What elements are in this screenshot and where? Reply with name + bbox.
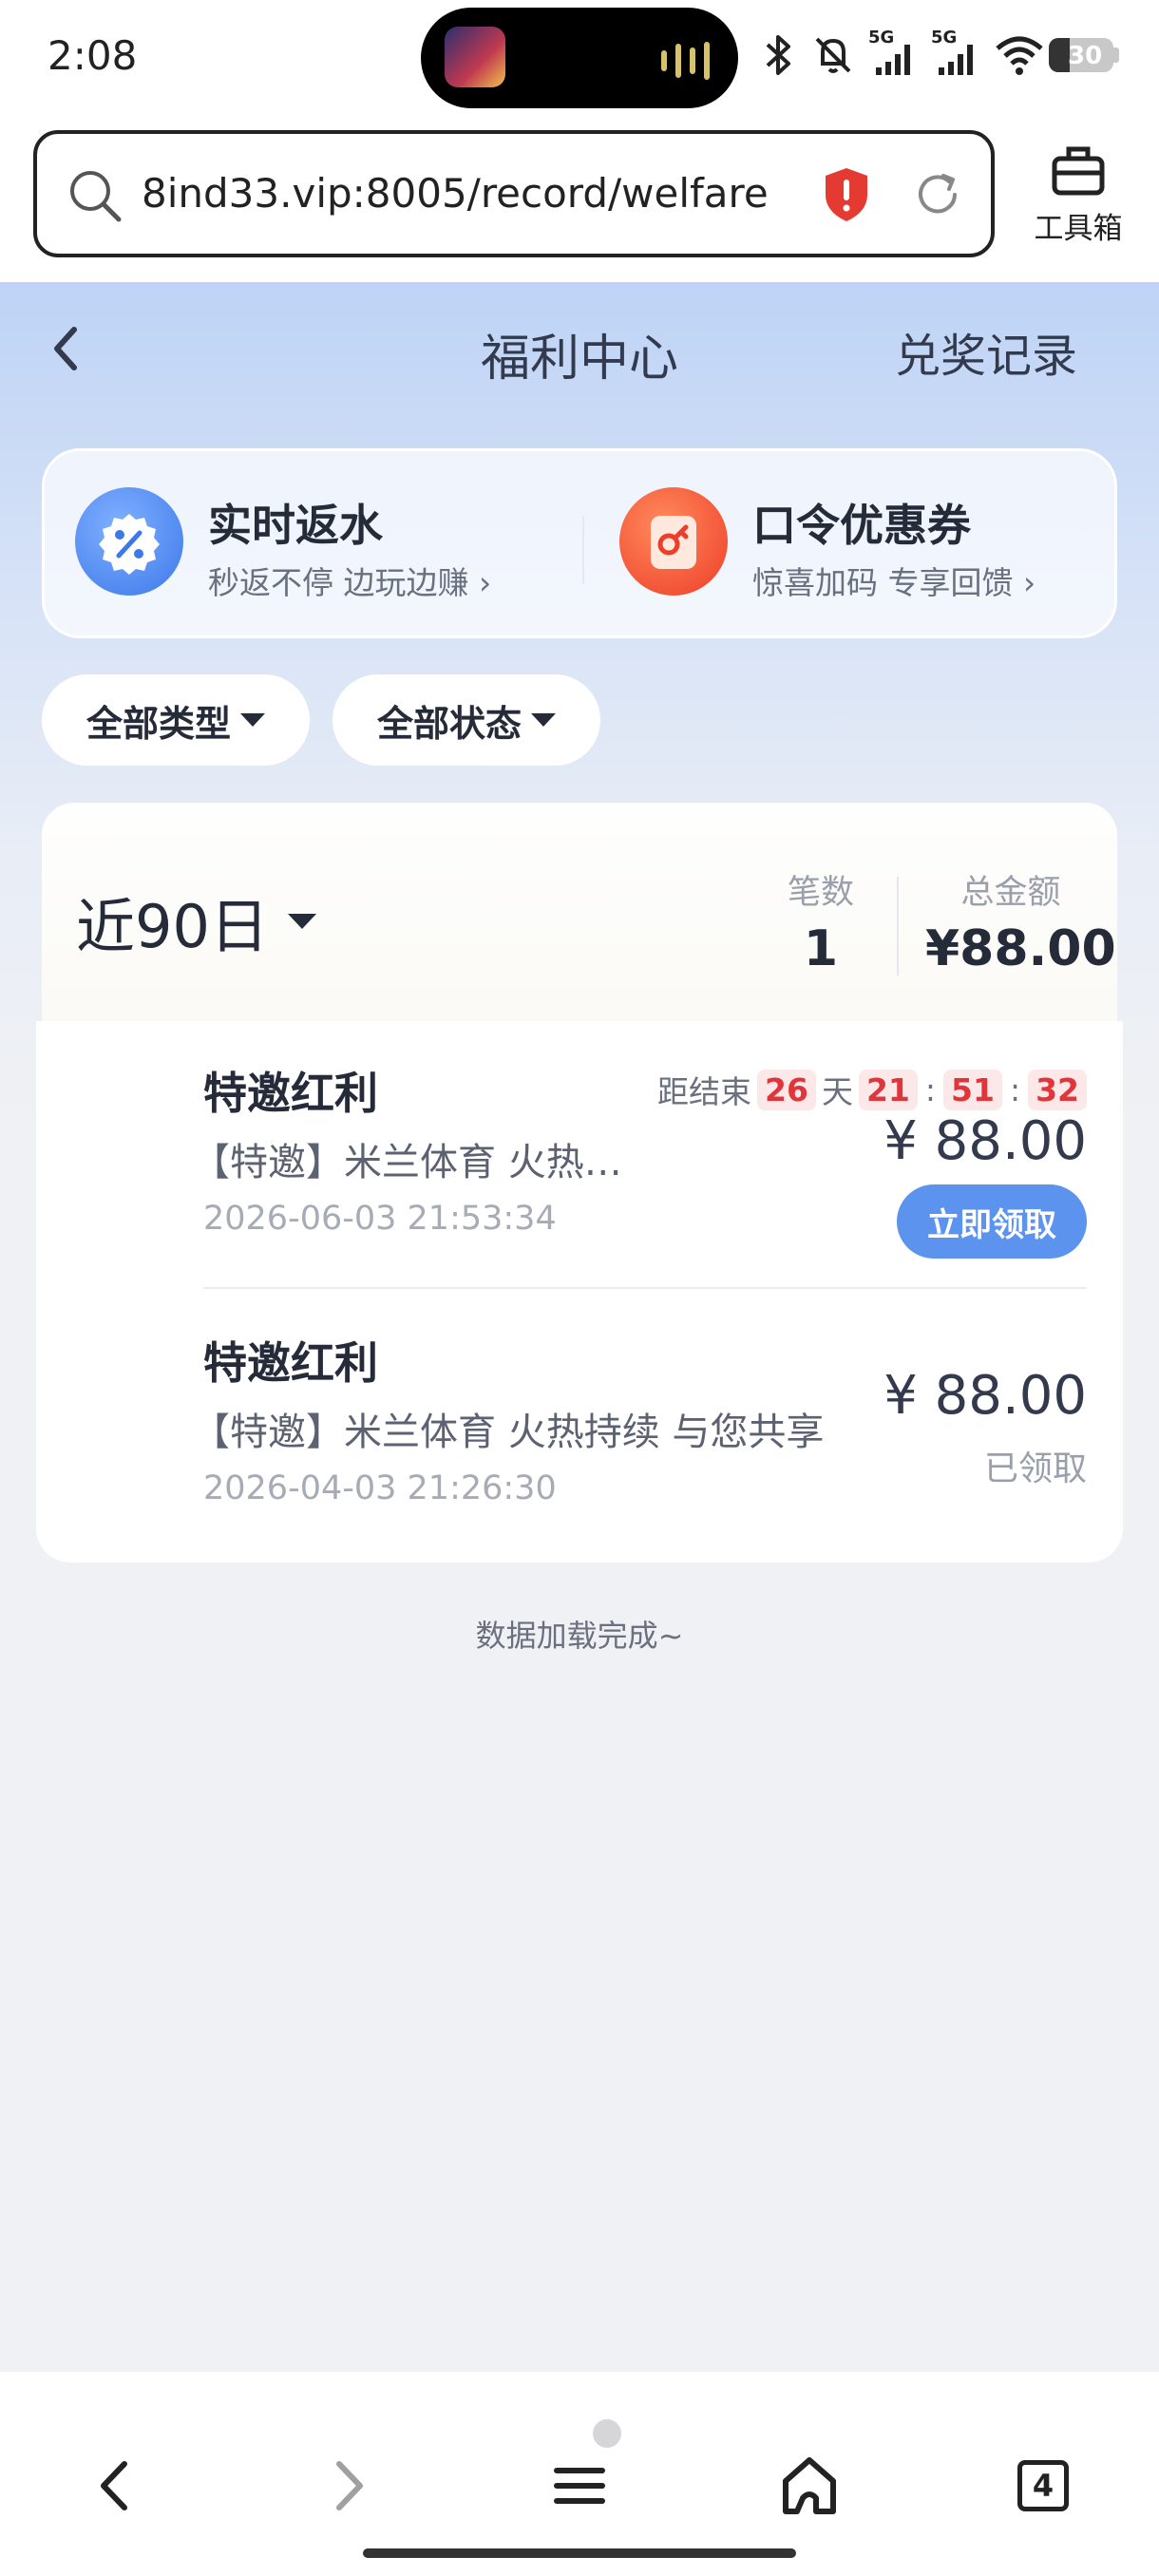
record-title: 特邀红利 — [203, 1337, 378, 1389]
countdown-minutes: 51 — [943, 1069, 1002, 1110]
home-indicator[interactable] — [363, 2548, 796, 2558]
caret-down-icon — [287, 914, 316, 929]
countdown-separator: : — [1009, 1070, 1021, 1108]
record-description: 【特邀】米兰体育 火热持续 与您共享 — [192, 1411, 825, 1454]
claim-button[interactable]: 立即领取 — [897, 1184, 1087, 1259]
audio-wave-icon — [661, 42, 710, 80]
mute-bell-icon — [815, 37, 851, 73]
caret-down-icon — [531, 713, 556, 727]
reload-icon[interactable] — [909, 166, 966, 223]
chevron-right-icon: › — [1023, 564, 1036, 601]
toolbox-label: 工具箱 — [1034, 212, 1123, 246]
browser-home-button[interactable] — [771, 2448, 847, 2524]
welfare-page: 福利中心 兑奖记录 实时返水 秒返不停 边玩边赚 › 口令优惠券 惊喜加码 专享… — [0, 282, 1159, 2372]
record-list: 特邀红利 距结束 26 天 21 : 51 : 32 【特邀】米兰体育 火热… … — [36, 1021, 1123, 1563]
countdown-label: 距结束 — [657, 1073, 751, 1110]
countdown: 距结束 26 天 21 : 51 : 32 — [657, 1067, 1087, 1112]
list-item[interactable]: 特邀红利 【特邀】米兰体育 火热持续 与您共享 ¥ 88.00 已领取 2026… — [192, 1289, 1087, 1563]
url-text[interactable]: 8ind33.vip:8005/record/welfare — [142, 170, 769, 217]
period-label: 近90日 — [76, 892, 269, 961]
tabs-icon: 4 — [1017, 2460, 1069, 2511]
count-value: 1 — [803, 920, 839, 977]
percent-badge-icon — [75, 487, 183, 596]
record-title: 特邀红利 — [203, 1068, 378, 1119]
status-bar: 2:08 5G 5G 30 — [0, 0, 1159, 119]
filter-type-label: 全部类型 — [86, 702, 231, 745]
promo-subtitle: 惊喜加码 专享回馈 › — [752, 564, 1036, 601]
countdown-seconds: 32 — [1028, 1069, 1087, 1110]
status-icons: 5G 5G — [760, 28, 1045, 82]
status-time: 2:08 — [48, 32, 138, 79]
filter-status-dropdown[interactable]: 全部状态 — [332, 674, 600, 766]
signal-icon: 5G — [931, 28, 980, 79]
redeem-record-link[interactable]: 兑奖记录 — [895, 318, 1077, 385]
record-date: 2026-06-03 21:53:34 — [203, 1200, 557, 1238]
home-icon — [783, 2457, 836, 2514]
countdown-days: 26 — [757, 1069, 816, 1110]
record-amount: ¥ 88.00 — [884, 1110, 1087, 1172]
media-thumbnail-icon — [445, 27, 505, 87]
back-icon — [101, 2461, 127, 2510]
countdown-day-unit: 天 — [821, 1073, 853, 1110]
browser-forward-button[interactable] — [312, 2448, 388, 2524]
promo-divider — [582, 516, 584, 584]
browser-menu-button[interactable] — [542, 2448, 618, 2524]
count-label: 笔数 — [787, 874, 854, 912]
caret-down-icon — [240, 713, 265, 727]
browser-back-button[interactable] — [76, 2448, 152, 2524]
list-item[interactable]: 特邀红利 距结束 26 天 21 : 51 : 32 【特邀】米兰体育 火热… … — [192, 1021, 1087, 1287]
security-shield-icon[interactable] — [822, 166, 871, 223]
countdown-separator: : — [924, 1070, 936, 1108]
promo-title: 实时返水 — [208, 500, 383, 551]
summary-header: 近90日 笔数 1 总金额 ¥88.00 — [42, 803, 1117, 1021]
promo-subtitle: 秒返不停 边玩边赚 › — [208, 564, 492, 601]
total-label: 总金额 — [960, 874, 1061, 912]
address-bar[interactable]: 8ind33.vip:8005/record/welfare — [33, 130, 995, 257]
promo-title: 口令优惠券 — [752, 500, 971, 551]
load-complete-note: 数据加载完成~ — [475, 1618, 684, 1654]
filter-type-dropdown[interactable]: 全部类型 — [42, 674, 310, 766]
period-dropdown[interactable]: 近90日 — [76, 879, 316, 964]
dynamic-island[interactable] — [421, 8, 738, 108]
search-icon — [70, 171, 122, 222]
filter-status-label: 全部状态 — [376, 702, 522, 745]
summary-divider — [897, 877, 899, 975]
battery-icon: 30 — [1049, 38, 1113, 72]
record-amount: ¥ 88.00 — [884, 1365, 1087, 1427]
notification-dot — [593, 2419, 621, 2448]
record-description: 【特邀】米兰体育 火热… — [192, 1141, 622, 1184]
forward-icon — [336, 2461, 363, 2510]
browser-bottom-bar: 4 — [0, 2372, 1159, 2576]
browser-toolbar: 8ind33.vip:8005/record/welfare 工具箱 — [0, 119, 1159, 282]
chevron-right-icon: › — [479, 564, 492, 601]
browser-tabs-button[interactable]: 4 — [1005, 2448, 1081, 2524]
toolbox-icon — [1052, 146, 1105, 196]
battery-level: 30 — [1068, 42, 1103, 70]
signal-icon: 5G — [868, 28, 918, 79]
countdown-hours: 21 — [858, 1069, 918, 1110]
claimed-status: 已领取 — [983, 1449, 1087, 1488]
total-value: ¥88.00 — [925, 920, 1116, 977]
wifi-icon — [996, 36, 1043, 75]
promo-card: 实时返水 秒返不停 边玩边赚 › 口令优惠券 惊喜加码 专享回馈 › — [42, 448, 1117, 638]
record-date: 2026-04-03 21:26:30 — [203, 1469, 557, 1507]
bluetooth-icon — [766, 35, 790, 75]
menu-icon — [554, 2468, 605, 2504]
toolbox-button[interactable]: 工具箱 — [1026, 143, 1130, 247]
key-coupon-icon — [619, 487, 728, 596]
